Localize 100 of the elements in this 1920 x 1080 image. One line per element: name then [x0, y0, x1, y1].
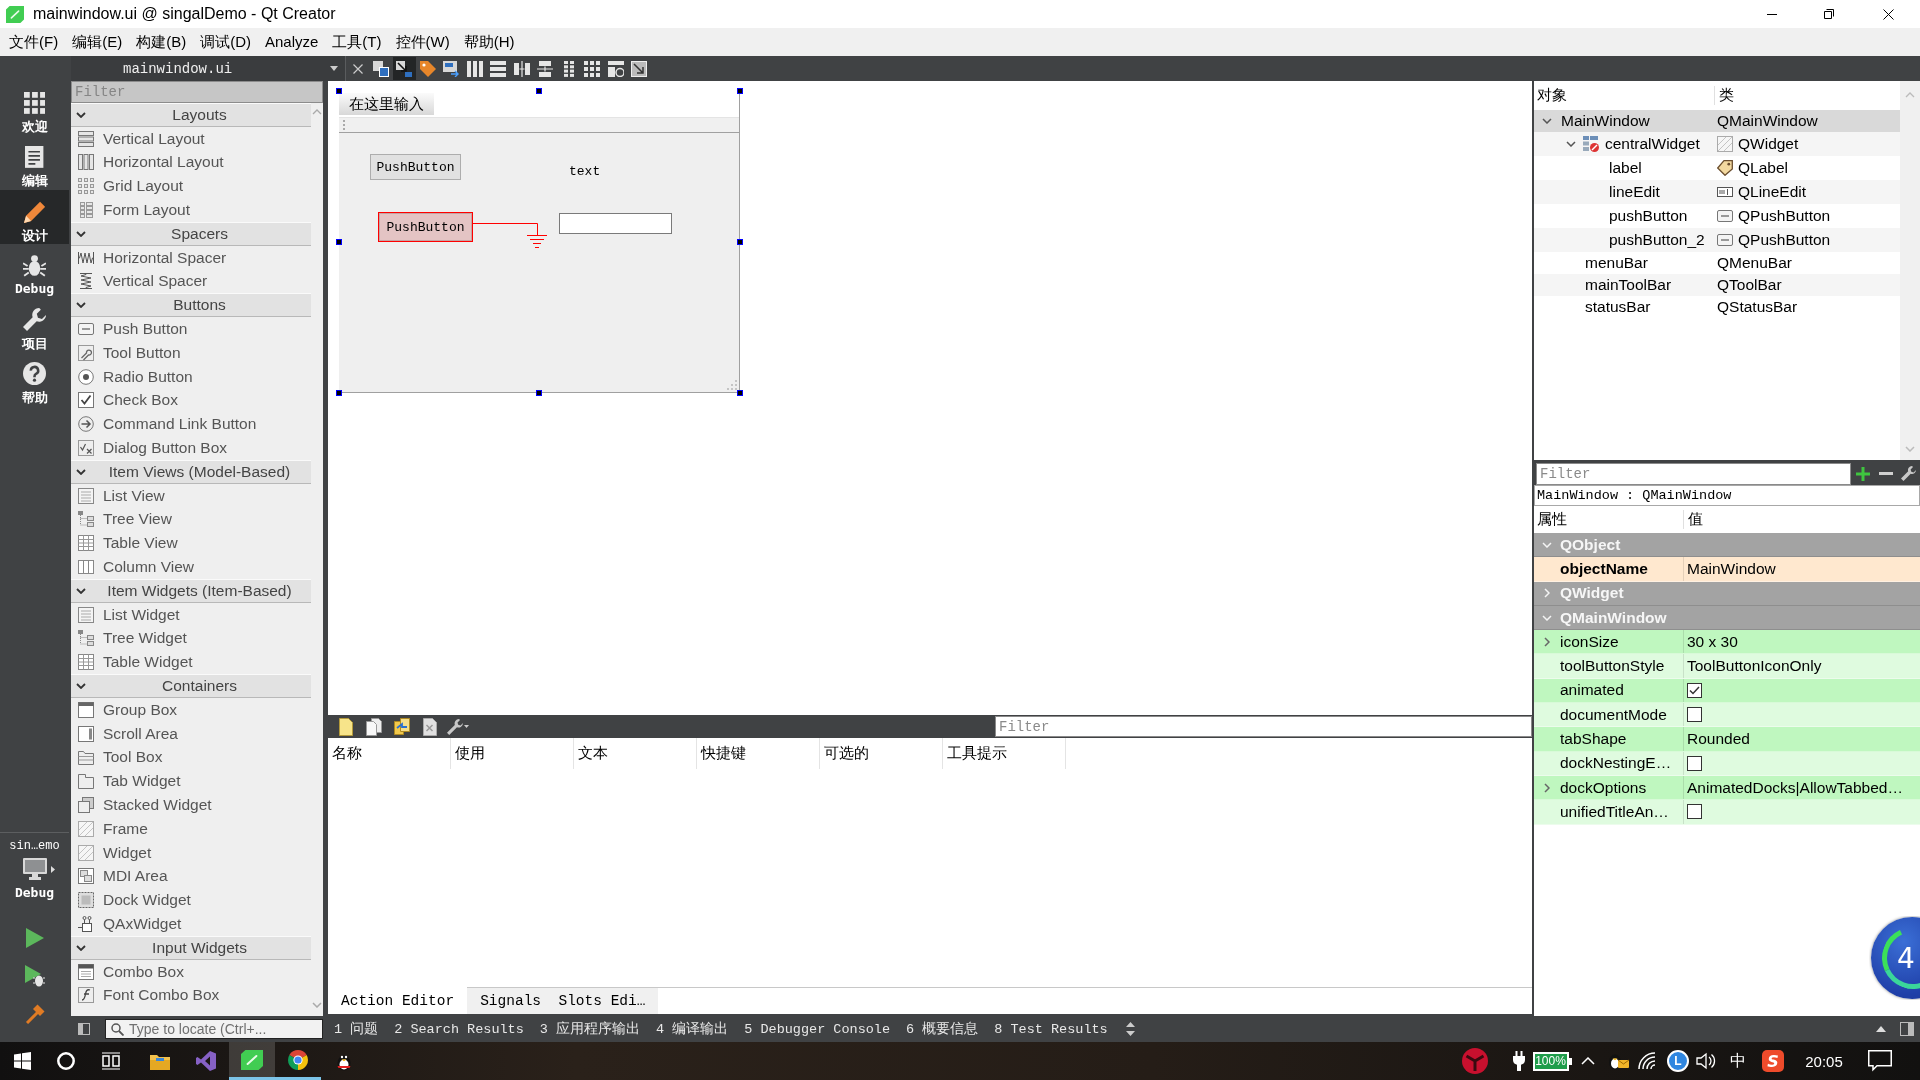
category-header[interactable]: Containers	[71, 674, 311, 698]
output-pane-button[interactable]: 4 编译输出	[648, 1016, 737, 1042]
taskbar-button[interactable]	[229, 1042, 275, 1080]
property-row[interactable]: dockOptions AnimatedDocks|AllowTabbed…	[1534, 775, 1920, 801]
filter-field[interactable]: Filter	[1536, 462, 1851, 485]
filter-field[interactable]: Filter	[71, 81, 323, 103]
property-row[interactable]: toolButtonStyle ToolButtonIconOnly	[1534, 654, 1920, 679]
widget-item[interactable]: Horizontal Layout	[71, 150, 311, 175]
selection-handle[interactable]	[536, 390, 542, 396]
speaker-icon[interactable]	[1696, 1052, 1716, 1070]
widget-item[interactable]: Radio Button	[71, 364, 311, 389]
mode-tab[interactable]: 项目	[0, 298, 69, 352]
widget-item[interactable]: Tool Button	[71, 340, 311, 365]
widget-item[interactable]: Command Link Button	[71, 412, 311, 437]
output-pane-button[interactable]: 5 Debugger Console	[736, 1016, 899, 1042]
property-row[interactable]: iconSize 30 x 30	[1534, 630, 1920, 655]
widget-item[interactable]: Table Widget	[71, 650, 311, 675]
tree-row[interactable]: lineEdit QLineEdit	[1534, 180, 1900, 204]
tab[interactable]: Signals Slots Edi…	[467, 987, 659, 1014]
tree-row[interactable]: pushButton_2 QPushButton	[1534, 228, 1900, 252]
locator-field[interactable]: Type to locate (Ctrl+...	[105, 1019, 323, 1039]
widget-item[interactable]: Push Button	[71, 317, 311, 341]
category-header[interactable]: Layouts	[71, 103, 311, 127]
chevron-down-icon[interactable]	[1542, 118, 1552, 124]
widget-item[interactable]: Stacked Widget	[71, 793, 311, 817]
mode-tab[interactable]: 欢迎	[0, 82, 69, 136]
property-row[interactable]: dockNestingE…	[1534, 751, 1920, 776]
selection-handle[interactable]	[737, 239, 743, 245]
widget-item[interactable]: Tree View	[71, 507, 311, 532]
menu-item[interactable]: 帮助(H)	[456, 29, 522, 55]
filter-field[interactable]: Filter	[995, 716, 1532, 737]
output-pane-button[interactable]: 1 问题	[326, 1016, 387, 1042]
widget-item[interactable]: Font Combo Box	[71, 983, 311, 1008]
menu-item[interactable]: Analyze	[258, 29, 326, 55]
checkbox[interactable]	[1687, 755, 1702, 771]
notification-icon[interactable]	[1868, 1050, 1892, 1072]
output-pane-button[interactable]: 3 应用程序输出	[531, 1016, 649, 1042]
property-row[interactable]: animated	[1534, 678, 1920, 704]
document-dropdown[interactable]: mainwindow.ui	[71, 56, 345, 81]
widget-item[interactable]: Dialog Button Box	[71, 436, 311, 460]
widget-item[interactable]: List View	[71, 483, 311, 508]
line-edit-field[interactable]	[559, 213, 672, 234]
tray-badge[interactable]: L	[1667, 1050, 1689, 1072]
selection-handle[interactable]	[536, 88, 542, 94]
mode-tab[interactable]: Debug	[0, 244, 69, 298]
selection-handle[interactable]	[737, 390, 743, 396]
widget-item[interactable]: Scroll Area	[71, 721, 311, 746]
category-header[interactable]: Buttons	[71, 293, 311, 318]
widget-item[interactable]: Grid Layout	[71, 174, 311, 199]
widget-item[interactable]: Widget	[71, 840, 311, 865]
output-pane-button[interactable]: 6 概要信息	[898, 1016, 987, 1042]
menu-item[interactable]: 工具(T)	[325, 29, 389, 55]
property-row[interactable]: tabShape Rounded	[1534, 727, 1920, 752]
widget-item[interactable]: Vertical Spacer	[71, 269, 311, 294]
widget-item[interactable]: QAxWidget	[71, 912, 311, 936]
checkbox[interactable]	[1687, 804, 1702, 820]
tree-row[interactable]: MainWindow QMainWindow	[1534, 110, 1900, 132]
output-pane-button[interactable]: 2 Search Results	[386, 1016, 532, 1042]
toolbar-button[interactable]	[392, 57, 416, 80]
widget-item[interactable]: Dock Widget	[71, 888, 311, 913]
category-header[interactable]: Spacers	[71, 222, 311, 246]
widget-item[interactable]: Vertical Layout	[71, 126, 311, 151]
clock[interactable]: 20:05	[1805, 1052, 1843, 1070]
property-row[interactable]: objectName MainWindow	[1534, 557, 1920, 582]
widget-item[interactable]: Tool Box	[71, 745, 311, 770]
property-row[interactable]: unifiedTitleAn…	[1534, 800, 1920, 825]
tree-row[interactable]: centralWidget QWidget	[1534, 132, 1900, 156]
selection-handle[interactable]	[336, 239, 342, 245]
output-pane-button[interactable]: 8 Test Results	[986, 1016, 1116, 1042]
category-header[interactable]: Item Views (Model-Based)	[71, 459, 311, 484]
menu-item[interactable]: 构建(B)	[129, 29, 194, 55]
category-header[interactable]: Item Widgets (Item-Based)	[71, 578, 311, 603]
battery-indicator[interactable]: 100%	[1532, 1051, 1572, 1071]
widget-item[interactable]: Check Box	[71, 388, 311, 413]
checkbox[interactable]	[1687, 682, 1702, 698]
mode-tab[interactable]: 设计	[0, 190, 69, 244]
menu-item[interactable]: 调试(D)	[193, 29, 258, 55]
widget-item[interactable]: MDI Area	[71, 864, 311, 889]
emblem-icon[interactable]	[1462, 1048, 1488, 1074]
input-method-indicator[interactable]: 中	[1730, 1050, 1746, 1072]
checkbox[interactable]	[1687, 707, 1702, 723]
widget-item[interactable]: Table View	[71, 531, 311, 556]
widget-item[interactable]: Combo Box	[71, 959, 311, 984]
selection-handle[interactable]	[737, 88, 743, 94]
mode-tab[interactable]: 帮助	[0, 352, 69, 406]
widget-item[interactable]: Column View	[71, 555, 311, 579]
chevron-down-icon[interactable]	[1566, 141, 1576, 147]
widget-item[interactable]: List Widget	[71, 602, 311, 627]
tree-row[interactable]: mainToolBar QToolBar	[1534, 274, 1900, 296]
widget-item[interactable]: Group Box	[71, 697, 311, 722]
tray-app-tile[interactable]: S	[1762, 1050, 1784, 1072]
sidebar-toggle-icon[interactable]	[78, 1023, 90, 1035]
menu-item[interactable]: 控件(W)	[388, 29, 457, 55]
selection-handle[interactable]	[336, 390, 342, 396]
widget-item[interactable]: Tree Widget	[71, 626, 311, 651]
menu-entry[interactable]: 在这里输入	[339, 93, 434, 115]
push-button[interactable]: PushButton	[379, 213, 472, 241]
selection-handle[interactable]	[336, 88, 342, 94]
menu-item[interactable]: 编辑(E)	[65, 29, 130, 55]
wifi-icon[interactable]	[1638, 1052, 1658, 1070]
